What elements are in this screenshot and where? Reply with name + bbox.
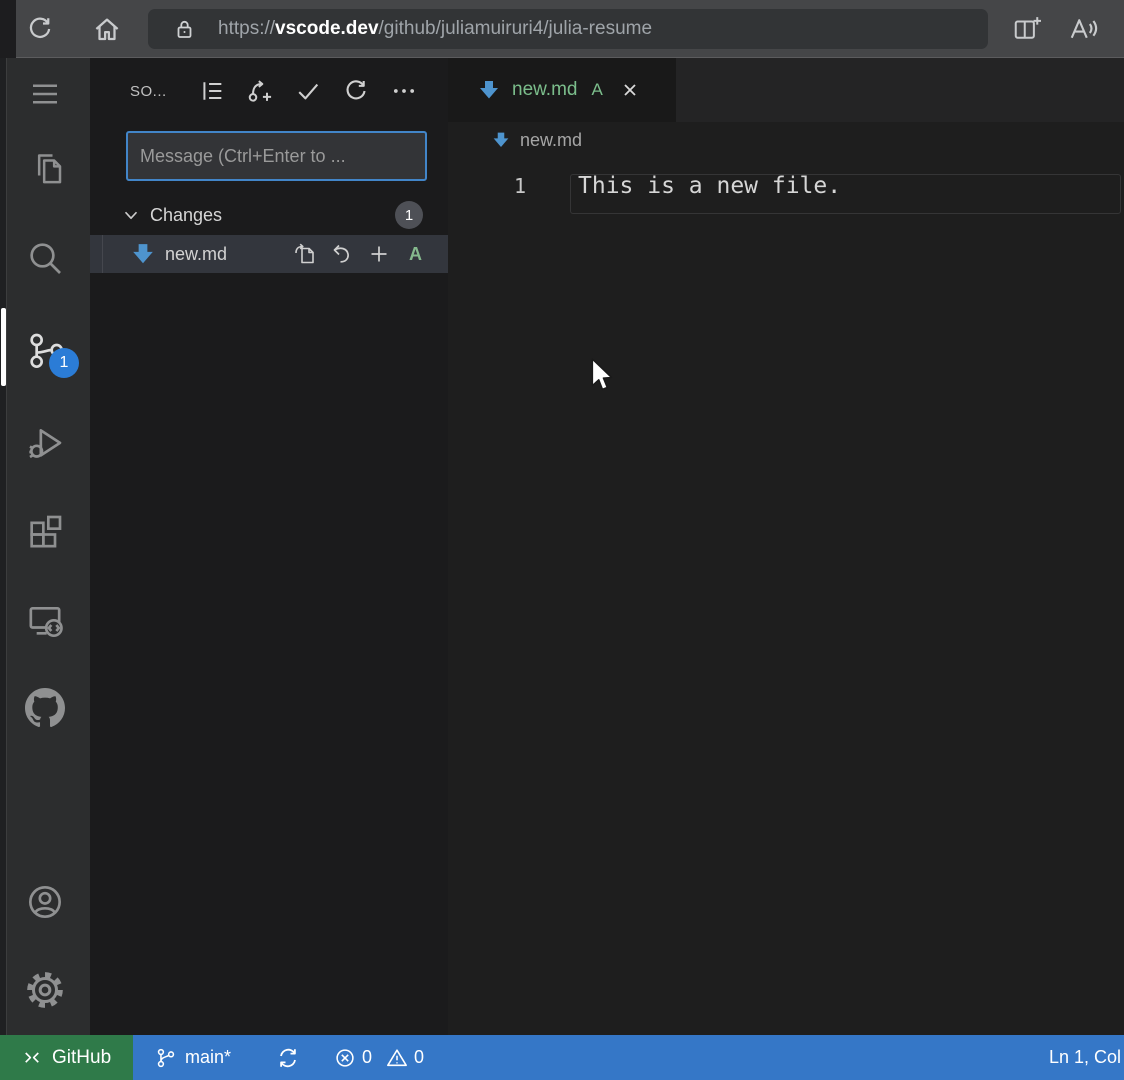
remote-icon <box>22 1048 42 1068</box>
changed-file-row[interactable]: new.md A <box>90 235 448 273</box>
tab-label: new.md <box>512 79 577 101</box>
stage-changes-icon[interactable] <box>367 242 391 266</box>
warning-count: 0 <box>414 1047 424 1068</box>
mouse-cursor <box>590 358 616 392</box>
breadcrumb[interactable]: new.md <box>448 122 1124 158</box>
sync-status-item[interactable] <box>276 1035 300 1080</box>
url-scheme: https:// <box>218 18 275 39</box>
remote-label: GitHub <box>52 1047 111 1069</box>
more-actions-icon[interactable] <box>390 77 418 105</box>
hamburger-menu-icon <box>27 76 63 112</box>
sidebar-item-extensions[interactable] <box>0 500 90 564</box>
active-view-indicator <box>1 308 6 386</box>
menu-button[interactable] <box>0 62 90 126</box>
panel-title: SO... <box>130 83 167 100</box>
error-count: 0 <box>362 1047 372 1068</box>
browser-address-bar[interactable]: https://vscode.dev/github/juliamuiruri4/… <box>148 9 988 49</box>
search-icon <box>25 238 65 278</box>
changes-label: Changes <box>150 205 222 226</box>
git-status-letter: A <box>409 244 422 265</box>
files-icon <box>25 148 65 188</box>
markdown-file-icon <box>492 131 510 149</box>
sidebar-item-source-control[interactable] <box>0 318 90 382</box>
read-aloud-icon[interactable] <box>1068 14 1098 44</box>
status-bar: GitHub main* 0 <box>0 1035 1124 1080</box>
url-path: /github/juliamuiruri4/julia-resume <box>379 18 653 39</box>
file-actions: A <box>293 242 448 266</box>
changes-count-badge: 1 <box>395 201 423 229</box>
problems-status-item[interactable]: 0 0 <box>334 1035 424 1080</box>
lock-icon <box>172 17 196 41</box>
debug-icon <box>25 422 65 462</box>
close-tab-icon[interactable] <box>619 79 641 101</box>
github-icon <box>25 688 65 728</box>
url-text: https://vscode.dev/github/juliamuiruri4/… <box>218 18 652 40</box>
line-number: 1 <box>448 174 526 198</box>
tab-strip: new.md A <box>448 58 1124 122</box>
view-as-tree-icon[interactable] <box>198 77 226 105</box>
tab-git-status: A <box>591 80 602 100</box>
extensions-icon <box>25 512 65 552</box>
sidebar-item-search[interactable] <box>0 226 90 290</box>
warnings-icon <box>386 1047 408 1069</box>
source-control-badge: 1 <box>49 348 79 378</box>
settings-gear-icon <box>25 970 65 1010</box>
source-control-header: SO... <box>90 58 448 124</box>
browser-home-icon[interactable] <box>92 14 122 44</box>
sidebar-item-github[interactable] <box>0 676 90 740</box>
code-area[interactable]: 1 This is a new file. <box>448 166 1124 1026</box>
commit-check-icon[interactable] <box>294 77 322 105</box>
sidebar-item-explorer[interactable] <box>0 136 90 200</box>
browser-toolbar: https://vscode.dev/github/juliamuiruri4/… <box>0 0 1124 58</box>
git-pull-request-create-icon[interactable] <box>246 77 274 105</box>
code-line-1: 1 This is a new file. <box>448 166 1124 206</box>
source-control-actions <box>198 58 418 124</box>
markdown-file-icon <box>478 79 500 101</box>
git-branch-icon <box>155 1047 177 1069</box>
discard-changes-icon[interactable] <box>330 242 354 266</box>
settings-button[interactable] <box>0 958 90 1022</box>
open-file-icon[interactable] <box>293 242 317 266</box>
cursor-position-item[interactable]: Ln 1, Col 2 <box>1049 1035 1124 1080</box>
account-icon <box>25 882 65 922</box>
errors-icon <box>334 1047 356 1069</box>
browser-refresh-icon[interactable] <box>25 14 55 44</box>
refresh-icon[interactable] <box>342 77 370 105</box>
tab-new-md[interactable]: new.md A <box>448 58 676 122</box>
activity-bar: 1 <box>0 58 90 1035</box>
sidebar-item-remote-explorer[interactable] <box>0 588 90 652</box>
sync-icon <box>276 1046 300 1070</box>
screen: https://vscode.dev/github/juliamuiruri4/… <box>0 0 1124 1080</box>
file-name: new.md <box>165 244 227 265</box>
markdown-file-icon <box>131 242 155 266</box>
changes-section-header[interactable]: Changes 1 <box>90 195 448 235</box>
account-button[interactable] <box>0 870 90 934</box>
url-host: vscode.dev <box>275 18 379 39</box>
cursor-position: Ln 1, Col 2 <box>1049 1047 1124 1068</box>
branch-status-item[interactable]: main* <box>155 1035 231 1080</box>
breadcrumb-file: new.md <box>520 130 582 151</box>
commit-message-input[interactable] <box>126 131 427 181</box>
browser-edge-strip <box>0 0 16 58</box>
split-screen-icon[interactable] <box>1012 14 1042 44</box>
remote-explorer-icon <box>25 600 65 640</box>
tree-indent-guide <box>102 235 103 273</box>
branch-name: main* <box>185 1047 231 1068</box>
code-text: This is a new file. <box>578 173 841 199</box>
sidebar-item-run-debug[interactable] <box>0 410 90 474</box>
editor-group: new.md A new.md 1 This is a new file. <box>448 58 1124 1035</box>
remote-indicator[interactable]: GitHub <box>0 1035 133 1080</box>
chevron-down-icon <box>120 204 142 226</box>
source-control-panel: SO... <box>90 58 448 1035</box>
